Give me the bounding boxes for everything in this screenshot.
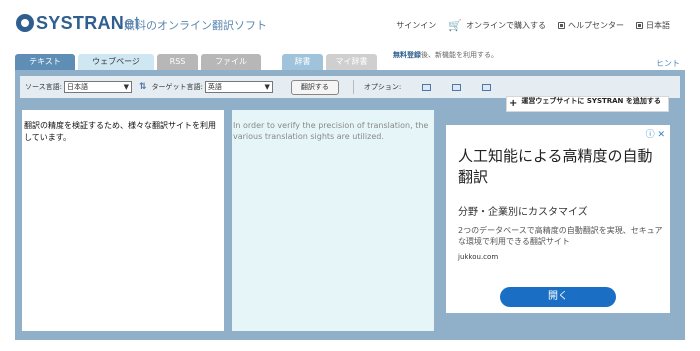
register-notice-text: 後、新機能を利用する。 — [421, 51, 498, 59]
tab-file[interactable]: ファイル — [201, 54, 261, 70]
source-language-label: ソース言語: — [25, 83, 63, 91]
ad-subtitle: 分野・企業別にカスタマイズ — [458, 207, 588, 218]
register-link[interactable]: 無料登録 — [393, 51, 421, 59]
systranet-logo[interactable]: SYSTRANet — [16, 12, 140, 34]
mode-tabs: テキスト ウェブページ RSS ファイル 辞書 マイ辞書 — [15, 54, 380, 70]
target-language-label: ターゲット言語: — [151, 83, 203, 91]
ad-description: 2つのデータベースで高精度の自動翻訳を実現、セキュアな環境で利用できる翻訳サイト — [458, 226, 663, 246]
buy-online-label: オンラインで購入する — [466, 21, 546, 30]
translate-button[interactable]: 翻訳する — [290, 79, 339, 95]
header: SYSTRANet 無料のオンライン翻訳ソフト サインイン 🛒 オンラインで購入す… — [0, 0, 700, 50]
option-layout-3-icon[interactable] — [482, 83, 492, 91]
language-selector[interactable]: 日本語 — [636, 20, 670, 31]
top-nav: サインイン 🛒 オンラインで購入する ヘルプセンター 日本語 — [384, 19, 670, 32]
add-systran-button[interactable]: + 運営ウェブサイトに SYSTRAN を追加する — [506, 96, 669, 112]
translation-output: In order to verify the precision of tran… — [232, 110, 434, 331]
source-language-select[interactable]: 日本語 ▼ — [64, 81, 133, 93]
register-notice: 無料登録後、新機能を利用する。 — [393, 50, 498, 60]
option-layout-1-icon[interactable] — [422, 83, 432, 91]
translation-toolbar: ソース言語: 日本語 ▼ ⇅ ターゲット言語: 英語 ▼ 翻訳する オプション: — [20, 76, 680, 98]
options-label: オプション: — [363, 83, 402, 91]
language-square-icon — [636, 22, 643, 29]
source-dropdown-arrow-icon: ▼ — [123, 83, 130, 91]
help-center-link[interactable]: ヘルプセンター — [558, 20, 624, 31]
language-label: 日本語 — [646, 21, 670, 30]
tab-dictionary[interactable]: 辞書 — [282, 54, 323, 70]
tagline: 無料のオンライン翻訳ソフト — [124, 19, 267, 32]
add-systran-label: 運営ウェブサイトに SYSTRAN を追加する — [521, 97, 661, 105]
swap-languages-icon[interactable]: ⇅ — [139, 82, 147, 92]
target-language-value: 英語 — [207, 83, 222, 91]
source-text-input[interactable]: 翻訳の精度を検証するため、様々な翻訳サイトを利用しています。 — [22, 110, 224, 331]
target-dropdown-arrow-icon: ▼ — [264, 83, 270, 91]
logo-mark-icon — [16, 14, 34, 32]
tab-rss[interactable]: RSS — [157, 54, 198, 70]
help-center-label: ヘルプセンター — [568, 21, 624, 30]
ad-title[interactable]: 人工知能による高精度の自動翻訳 — [458, 146, 658, 188]
hint-link[interactable]: ヒント — [656, 58, 680, 69]
target-language-select[interactable]: 英語 ▼ — [204, 81, 273, 93]
ad-open-button[interactable]: 開く — [500, 287, 616, 307]
tab-text[interactable]: テキスト — [15, 54, 75, 70]
cart-icon: 🛒 — [448, 19, 462, 32]
advertisement[interactable]: ⓘ ✕ 人工知能による高精度の自動翻訳 分野・企業別にカスタマイズ 2つのデータ… — [446, 125, 670, 313]
ad-info-close-icon[interactable]: ⓘ ✕ — [646, 127, 665, 140]
help-square-icon — [558, 22, 565, 29]
tab-my-dictionary[interactable]: マイ辞書 — [326, 54, 377, 70]
signin-link[interactable]: サインイン — [396, 20, 436, 31]
buy-online-link[interactable]: 🛒 オンラインで購入する — [448, 19, 546, 32]
option-layout-2-icon[interactable] — [452, 83, 462, 91]
ad-domain[interactable]: jukkou.com — [458, 253, 498, 261]
logo-main: SYSTRAN — [36, 12, 125, 33]
source-language-value: 日本語 — [67, 83, 89, 91]
toolbar-divider — [352, 80, 354, 94]
plus-icon: + — [509, 98, 518, 109]
tab-webpage[interactable]: ウェブページ — [78, 54, 154, 70]
